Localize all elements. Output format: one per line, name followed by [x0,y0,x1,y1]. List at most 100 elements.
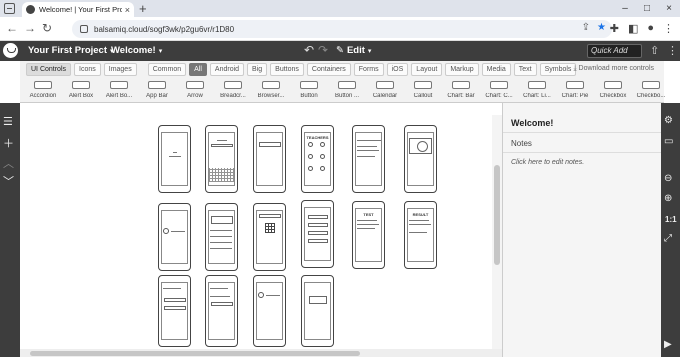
phone-wireframe[interactable] [205,275,238,347]
library-tab-icons[interactable]: Icons [74,63,101,76]
phone-wireframe[interactable] [352,125,385,193]
phone-wireframe[interactable] [404,125,437,193]
browser-tab[interactable]: Welcome! | Your First Project | M... × [22,2,134,17]
balsamiq-logo-icon[interactable] [3,43,18,58]
library-component[interactable]: Button [290,78,328,99]
phone-wireframe[interactable] [253,275,286,347]
category-filter-common[interactable]: Common [147,63,187,76]
presentation-play-icon[interactable]: ▶ [664,339,672,350]
properties-icon[interactable]: ⚙ [664,115,673,126]
phone-wireframe[interactable]: TEACHERS [301,125,334,193]
library-component[interactable]: Chart: Pie [556,78,594,99]
category-filter-markup[interactable]: Markup [445,63,479,76]
canvas-vertical-scrollbar[interactable] [492,115,502,349]
more-icon[interactable]: ⋮ [667,44,678,57]
avatar-icon [409,138,432,154]
library-component[interactable]: Alert Bo... [100,78,138,99]
navigator-icon[interactable]: ☰ [3,115,13,128]
export-icon[interactable]: ⇧ [650,44,659,57]
sidepanel-icon[interactable]: ◧ [628,22,638,35]
library-component[interactable]: Arrow [176,78,214,99]
component-label: Alert Bo... [105,93,133,99]
edit-mode-menu[interactable]: ✎ Edit ▾ [336,45,371,56]
chevron-up-icon[interactable]: ︿ [3,155,14,171]
category-filter-text[interactable]: Text [513,63,537,76]
category-filter-media[interactable]: Media [481,63,511,76]
maximize-icon[interactable]: □ [636,0,658,17]
phone-wireframe[interactable] [158,275,191,347]
phone-wireframe[interactable]: TEST [352,201,385,269]
minimize-icon[interactable]: – [614,0,636,17]
zoom-actual-size[interactable]: 1:1 [665,215,677,224]
add-icon[interactable]: ＋ [3,135,14,151]
library-component[interactable]: App Bar [138,78,176,99]
category-filter-android[interactable]: Android [209,63,245,76]
fullscreen-icon[interactable]: ⤢ [664,233,672,244]
component-label: Arrow [187,93,203,99]
library-component[interactable]: Circle [670,78,680,99]
library-component[interactable]: Chart: Li... [518,78,556,99]
left-toolbar: ☰ ＋ ︿ ﹀ [0,103,20,357]
category-filter-big[interactable]: Big [247,63,268,76]
phone-wireframe[interactable] [301,200,334,268]
category-filter-layout[interactable]: Layout [411,63,443,76]
lock-icon[interactable] [80,25,88,33]
phone-wireframe[interactable] [158,203,191,271]
phone-wireframe[interactable] [158,125,191,193]
phone-wireframe[interactable]: RESULT [404,201,437,269]
library-component[interactable]: Chart: C... [480,78,518,99]
url-field[interactable]: balsamiq.cloud/sogf3wk/p2gu6vr/r1D80 ⇪ ★ [72,20,612,38]
library-tab-images[interactable]: Images [103,63,137,76]
zoom-out-icon[interactable]: ⊖ [664,173,672,184]
library-component[interactable]: Callout [404,78,442,99]
close-window-icon[interactable]: × [658,0,680,17]
forward-icon[interactable]: → [24,21,36,35]
redo-icon[interactable]: ↷ [318,43,328,57]
tab-search-icon[interactable] [4,3,15,14]
new-tab-button[interactable]: + [139,1,147,16]
share-icon[interactable]: ⇪ [582,22,590,33]
category-filter-buttons[interactable]: Buttons [270,63,304,76]
phone-wireframe[interactable] [205,203,238,271]
comments-icon[interactable]: ▭ [664,136,673,147]
phone-wireframe[interactable] [301,275,334,347]
mockup-canvas[interactable]: TEACHERS TEST RESULT [20,115,502,351]
library-component[interactable]: Checkbo... [632,78,670,99]
bookmark-star-icon[interactable]: ★ [597,22,606,33]
close-tab-icon[interactable]: × [125,5,130,15]
library-component[interactable]: Button ... [328,78,366,99]
undo-icon[interactable]: ↶ [304,43,314,57]
category-filter-symbols[interactable]: Symbols [539,63,577,76]
project-menu[interactable]: Your First Project ▾ [28,45,114,56]
library-component[interactable]: Breadcr... [214,78,252,99]
component-label: Circle [670,93,680,99]
mockup-menu[interactable]: Welcome! ▾ [111,45,162,56]
library-component[interactable]: Accordion [24,78,62,99]
back-icon[interactable]: ← [6,21,18,35]
quick-add-input[interactable]: Quick Add [587,44,642,58]
extensions-icon[interactable]: ✚ [610,22,619,35]
notes-edit-hint[interactable]: Click here to edit notes. [511,159,584,166]
download-more-link[interactable]: ⤓ Download more controls [573,65,654,73]
profile-icon[interactable]: ● [647,22,654,35]
phone-wireframe[interactable] [205,125,238,193]
canvas-horizontal-scrollbar[interactable] [20,349,502,357]
phone-wireframe[interactable] [253,125,286,193]
library-component[interactable]: Alert Box [62,78,100,99]
teachers-label: TEACHERS [306,135,329,140]
category-filter-ios[interactable]: iOS [386,63,409,76]
category-filter-forms[interactable]: Forms [353,63,384,76]
category-filter-containers[interactable]: Containers [306,63,351,76]
menu-kebab-icon[interactable]: ⋮ [663,22,674,35]
phone-wireframe[interactable] [253,203,286,271]
inspector-title: Welcome! [511,118,554,128]
library-tab-ui-controls[interactable]: UI Controls [26,63,72,76]
reload-icon[interactable]: ↻ [42,21,52,35]
category-filter-all[interactable]: All [189,63,207,76]
library-component[interactable]: Calendar [366,78,404,99]
library-component[interactable]: Checkbox [594,78,632,99]
library-component[interactable]: Chart: Bar [442,78,480,99]
library-component[interactable]: Browser... [252,78,290,99]
chevron-down-icon[interactable]: ﹀ [3,173,14,189]
zoom-in-icon[interactable]: ⊕ [664,193,672,204]
